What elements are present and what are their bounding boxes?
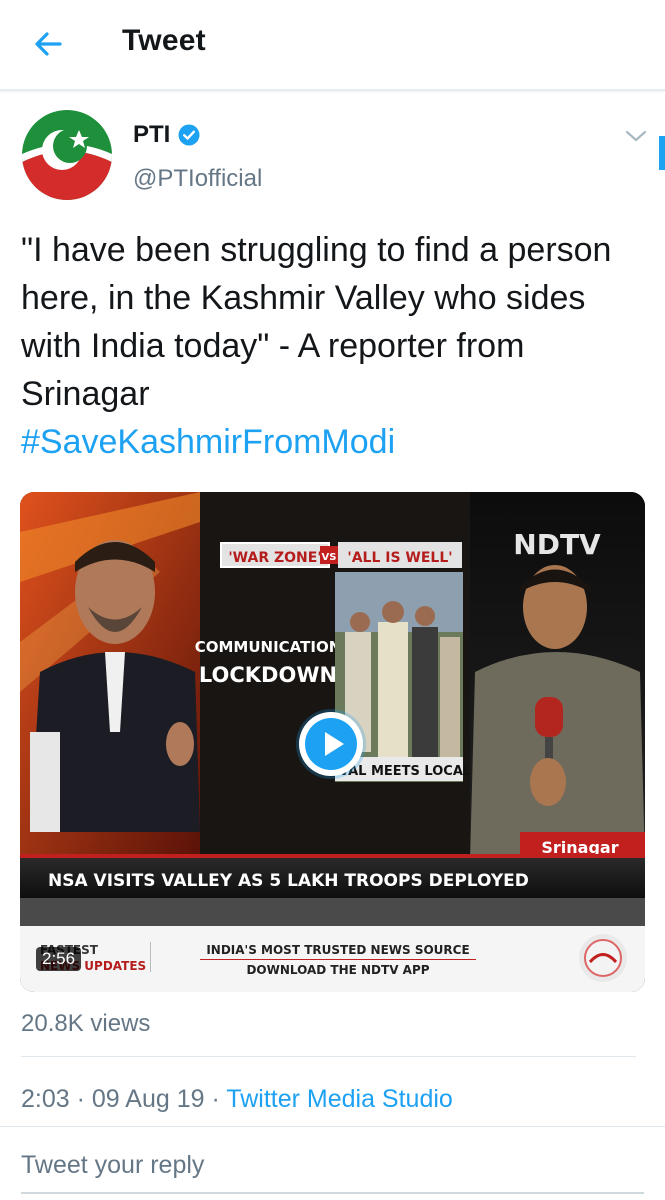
author-handle[interactable]: @PTIofficial xyxy=(133,165,262,193)
overlay-promo-1: INDIA'S MOST TRUSTED NEWS SOURCE xyxy=(206,943,469,957)
verified-badge-icon xyxy=(178,124,200,146)
video-duration: 2:56 xyxy=(36,947,82,971)
channel-logo: NDTV xyxy=(513,528,601,561)
overlay-promo-2: DOWNLOAD THE NDTV APP xyxy=(246,963,429,977)
hashtag-link[interactable]: #SaveKashmirFromModi xyxy=(21,418,641,466)
overlay-lockdown: LOCKDOWN xyxy=(199,663,337,687)
tweet-date: 09 Aug 19 xyxy=(91,1085,205,1113)
overlay-all-is-well: 'ALL IS WELL' xyxy=(347,550,452,566)
avatar[interactable] xyxy=(22,110,112,200)
overlay-vs: VS xyxy=(322,552,337,563)
pti-logo-icon xyxy=(22,110,112,200)
meta-separator: · xyxy=(211,1085,220,1113)
top-bar: Tweet xyxy=(0,0,665,91)
author-name-row[interactable]: PTI xyxy=(133,121,200,149)
reply-underline xyxy=(21,1192,644,1194)
divider xyxy=(21,1056,636,1057)
view-count: 20.8K views xyxy=(21,1010,151,1037)
overlay-communication: COMMUNICATION xyxy=(195,638,342,656)
overlay-ticker: NSA VISITS VALLEY AS 5 LAKH TROOPS DEPLO… xyxy=(48,871,529,891)
tweet-text: "I have been struggling to find a person… xyxy=(21,226,641,466)
tweet-body: "I have been struggling to find a person… xyxy=(21,231,612,413)
back-arrow-icon[interactable] xyxy=(30,26,66,62)
scrollbar[interactable] xyxy=(659,136,665,170)
tweet-meta: 2:03 · 09 Aug 19 · Twitter Media Studio xyxy=(21,1085,453,1114)
reply-input[interactable]: Tweet your reply xyxy=(21,1151,204,1180)
overlay-war-zone: 'WAR ZONE' xyxy=(228,550,321,566)
chevron-down-icon[interactable] xyxy=(624,126,648,146)
play-button[interactable] xyxy=(299,712,363,776)
tweet-source-link[interactable]: Twitter Media Studio xyxy=(226,1085,453,1113)
tweet-time: 2:03 xyxy=(21,1085,70,1113)
meta-separator: · xyxy=(76,1085,85,1113)
play-icon xyxy=(305,718,357,770)
page-title: Tweet xyxy=(122,24,206,57)
author-name[interactable]: PTI xyxy=(133,121,170,149)
